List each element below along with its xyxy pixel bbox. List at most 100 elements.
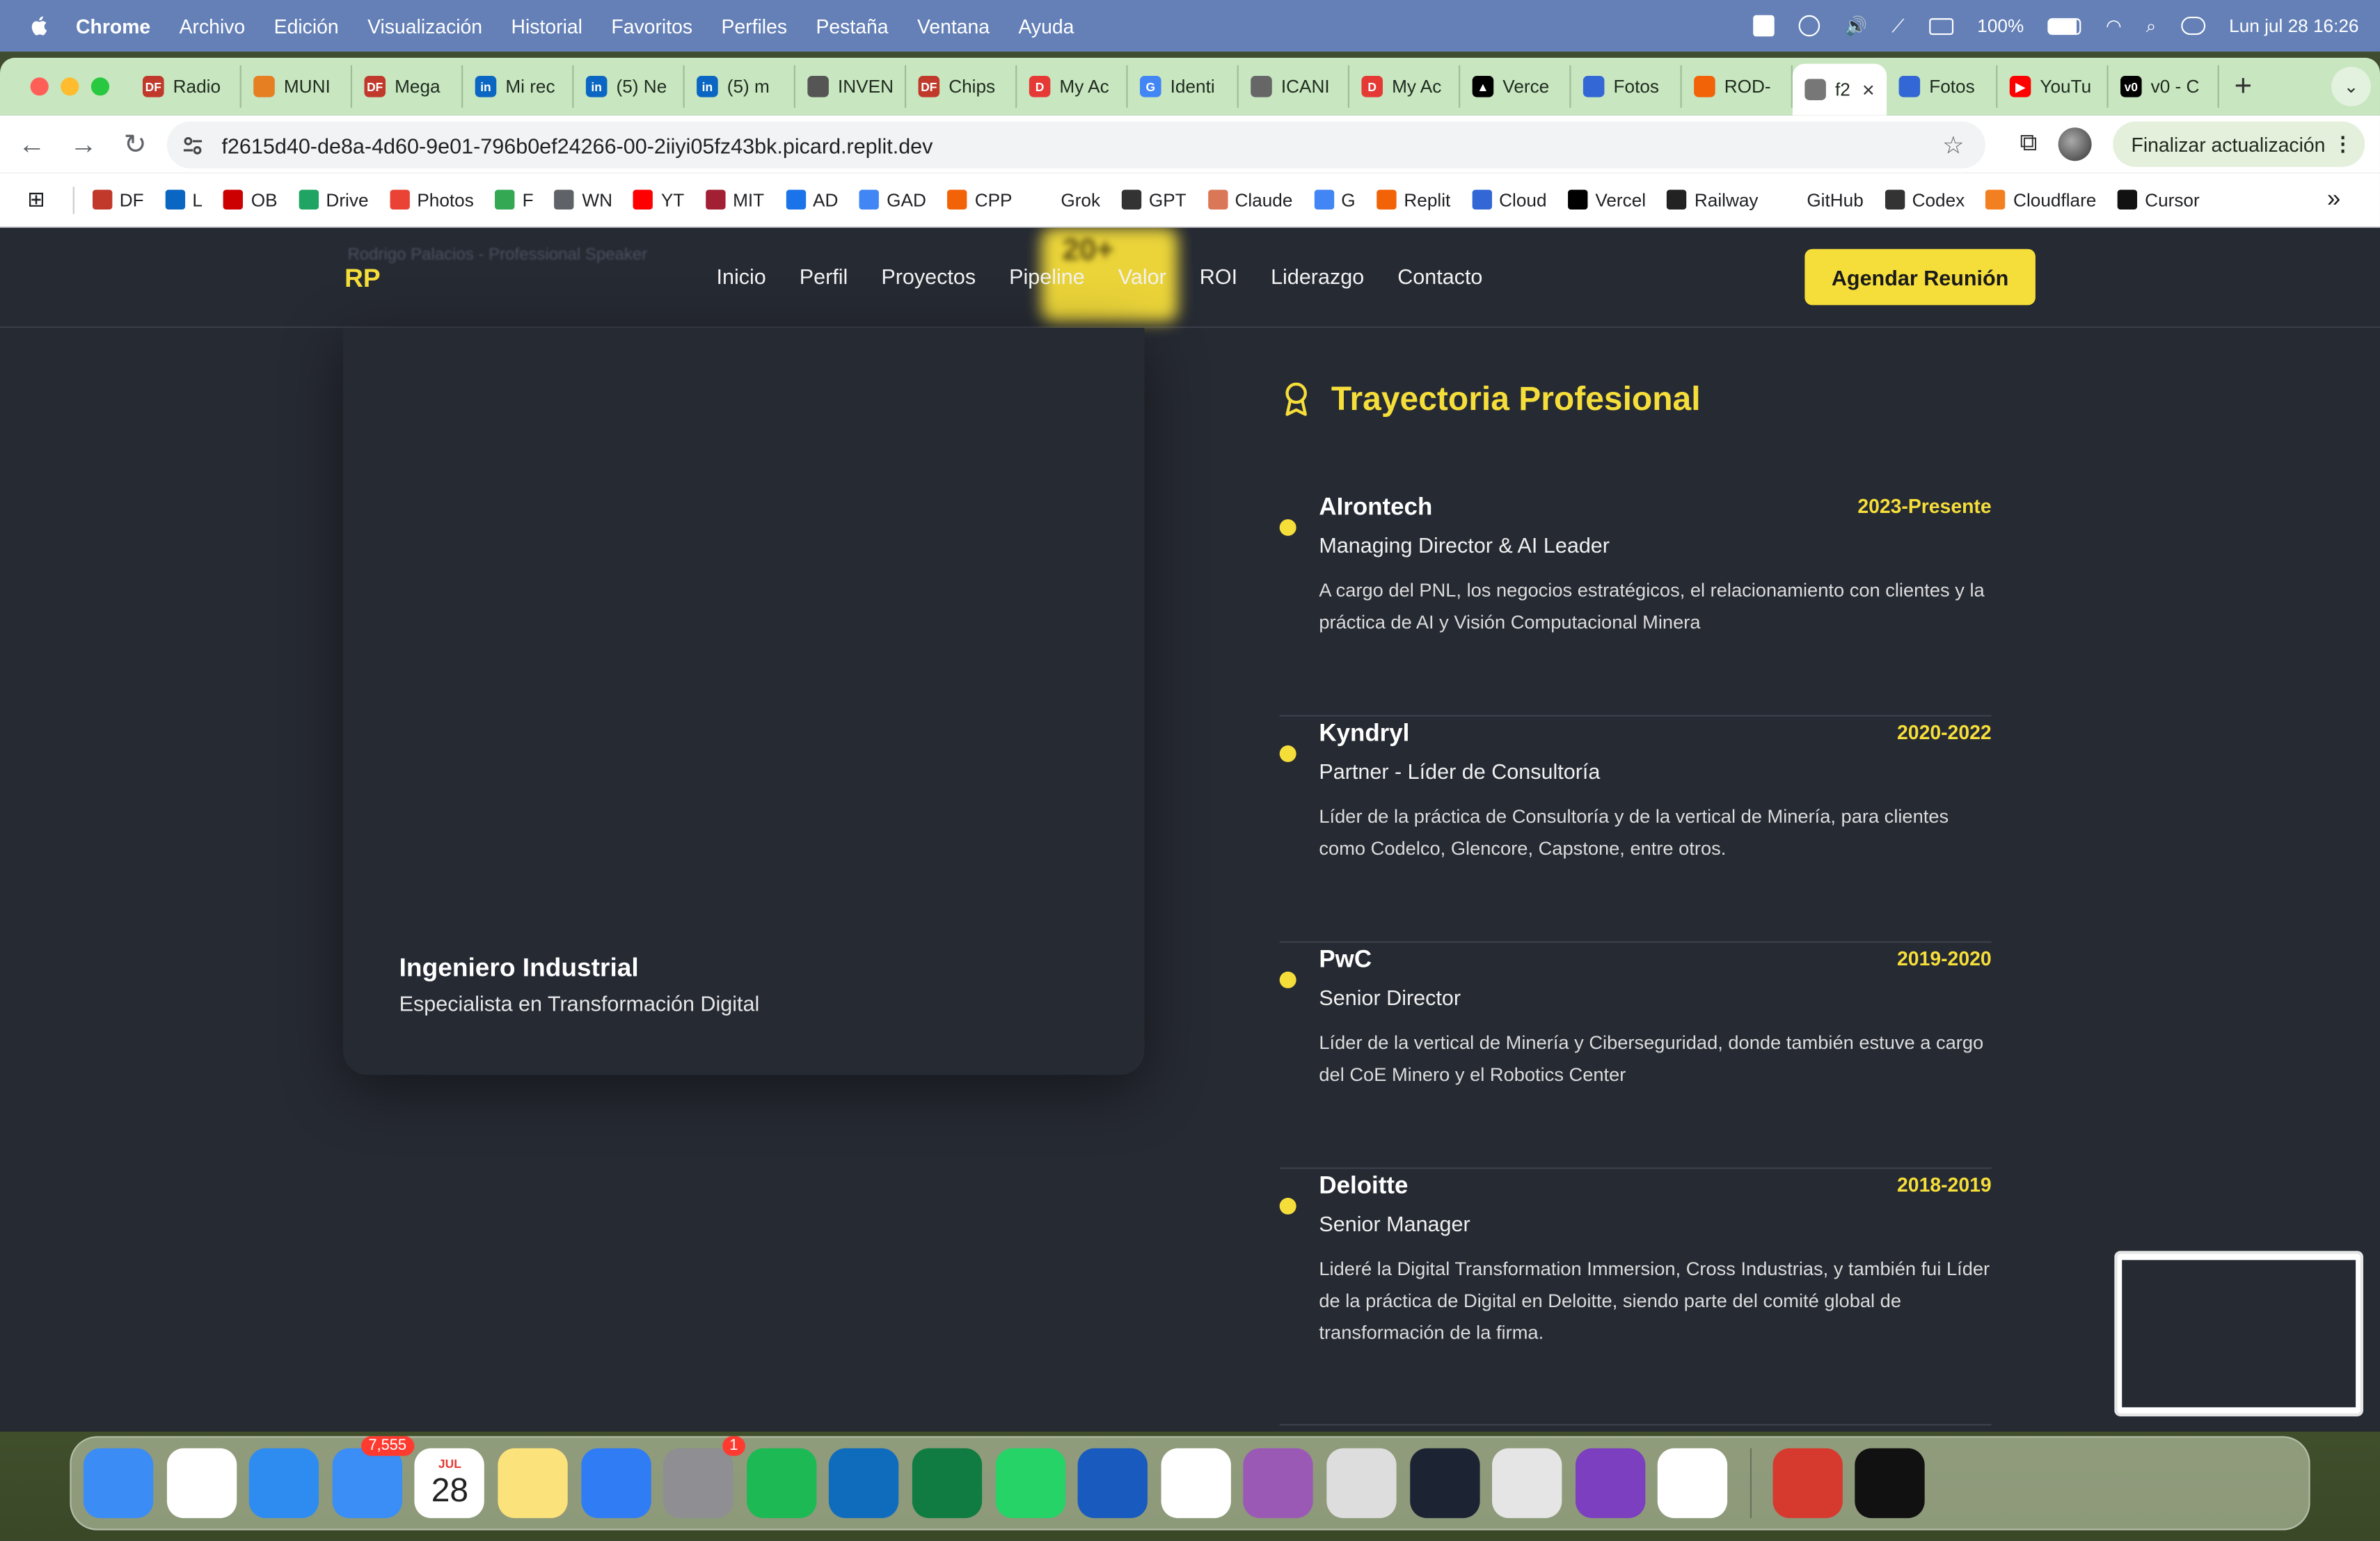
bookmark-item[interactable]: Cloudflare — [1985, 189, 2096, 210]
dock-safari-icon[interactable] — [249, 1448, 319, 1519]
browser-tab[interactable]: v0 v0 - C — [2109, 65, 2219, 108]
menu-perfiles[interactable]: Perfiles — [721, 15, 787, 38]
browser-tab[interactable]: D My Ac — [1017, 65, 1128, 108]
nav-link-roi[interactable]: ROI — [1200, 264, 1237, 289]
bookmark-item[interactable]: WN — [555, 189, 612, 210]
mute-slash-icon[interactable]: ⟋ — [1891, 15, 1904, 38]
forward-arrow-icon[interactable]: → — [58, 128, 109, 160]
bookmark-item[interactable]: Cursor — [2117, 189, 2200, 210]
dock-simulator-icon[interactable] — [1326, 1448, 1397, 1519]
tab-active[interactable]: f2 × — [1792, 63, 1887, 116]
nav-link-inicio[interactable]: Inicio — [716, 264, 765, 289]
play-icon[interactable] — [1799, 15, 1820, 37]
browser-tab[interactable]: in Mi rec — [463, 65, 574, 108]
nav-link-contacto[interactable]: Contacto — [1397, 264, 1482, 289]
text-input-icon[interactable] — [1753, 15, 1775, 37]
menu-ayuda[interactable]: Ayuda — [1018, 15, 1074, 38]
control-center-icon[interactable] — [2180, 16, 2205, 35]
menu-edicion[interactable]: Edición — [274, 15, 339, 38]
reload-icon[interactable]: ↻ — [109, 128, 161, 160]
screenshot-thumbnail[interactable] — [2114, 1251, 2364, 1416]
extensions-puzzle-icon[interactable]: ⧉ — [2020, 131, 2037, 158]
menu-historial[interactable]: Historial — [511, 15, 582, 38]
close-tab-icon[interactable]: × — [1862, 77, 1875, 102]
browser-tab[interactable]: in (5) Ne — [573, 65, 685, 108]
site-settings-icon[interactable] — [170, 123, 215, 168]
more-menu-icon[interactable]: ⋮ — [2333, 132, 2352, 157]
display-icon[interactable] — [1928, 17, 1953, 35]
bookmark-item[interactable]: DF — [92, 189, 144, 210]
dock-replit-icon[interactable] — [1409, 1448, 1479, 1519]
menu-chrome[interactable]: Chrome — [76, 15, 150, 38]
spotlight-search-icon[interactable]: ⌕ — [2146, 15, 2157, 38]
browser-tab[interactable]: INVEN — [795, 65, 907, 108]
site-logo[interactable]: RP — [344, 264, 381, 295]
browser-tab[interactable]: ROD- — [1682, 65, 1793, 108]
browser-tab[interactable]: ICANI — [1239, 65, 1350, 108]
dock-outlook-icon[interactable] — [829, 1448, 899, 1519]
dock-cube-app-icon[interactable] — [1855, 1448, 1926, 1519]
bookmark-item[interactable]: Drive — [299, 189, 369, 210]
browser-tab[interactable]: ▶ YouTu — [1997, 65, 2109, 108]
more-bookmarks-icon[interactable]: » — [2327, 186, 2340, 213]
dock-parallels-icon[interactable] — [1492, 1448, 1562, 1519]
clock[interactable]: Lun jul 28 16:26 — [2229, 15, 2358, 37]
dock-photo-booth-icon[interactable] — [1772, 1448, 1843, 1519]
wifi-icon[interactable]: ◠ — [2106, 15, 2122, 37]
new-tab-button[interactable]: + — [2235, 69, 2252, 104]
dock-word-icon[interactable] — [1077, 1448, 1148, 1519]
apple-icon[interactable] — [27, 14, 51, 38]
bookmark-item[interactable]: OB — [223, 189, 278, 210]
battery-icon[interactable] — [2048, 17, 2082, 35]
menu-pestana[interactable]: Pestaña — [816, 15, 888, 38]
back-arrow-icon[interactable]: ← — [6, 128, 58, 160]
bookmark-item[interactable]: MIT — [705, 189, 764, 210]
bookmark-item[interactable]: G — [1313, 189, 1356, 210]
bookmark-star-icon[interactable]: ☆ — [1942, 129, 1964, 160]
menu-visualizacion[interactable]: Visualización — [367, 15, 482, 38]
bookmark-item[interactable]: Railway — [1667, 189, 1759, 210]
bookmark-item[interactable]: GPT — [1121, 189, 1187, 210]
nav-link-valor[interactable]: Valor — [1118, 264, 1166, 289]
schedule-meeting-button[interactable]: Agendar Reunión — [1804, 248, 2036, 306]
volume-icon[interactable]: 🔊 — [1845, 15, 1868, 37]
minimize-window-button[interactable] — [61, 77, 79, 96]
dock-chrome-icon[interactable] — [166, 1448, 237, 1519]
dock-calendar-icon[interactable]: JUL 28 — [415, 1448, 485, 1519]
dock-spotify-icon[interactable] — [746, 1448, 816, 1519]
browser-tab[interactable]: ▲ Verce — [1460, 65, 1571, 108]
bookmark-item[interactable]: Cloud — [1471, 189, 1547, 210]
nav-link-perfil[interactable]: Perfil — [800, 264, 848, 289]
browser-tab[interactable]: in (5) m — [685, 65, 795, 108]
bookmark-item[interactable]: Vercel — [1568, 189, 1646, 210]
dock-vscode-icon[interactable] — [1658, 1448, 1728, 1519]
dock-mail-icon[interactable]: 7,555 — [332, 1436, 414, 1519]
browser-tab[interactable]: Fotos — [1571, 65, 1682, 108]
bookmark-item[interactable]: AD — [785, 189, 838, 210]
address-bar[interactable]: f2615d40-de8a-4d60-9e01-796b0ef24266-00-… — [166, 121, 1985, 169]
dock-screen-recorder-icon[interactable] — [1244, 1448, 1314, 1519]
dock-finder-icon[interactable] — [83, 1448, 154, 1519]
bookmark-item[interactable]: Replit — [1377, 189, 1450, 210]
bookmark-item[interactable]: CPP — [947, 189, 1013, 210]
bookmark-item[interactable]: GAD — [859, 189, 926, 210]
menu-archivo[interactable]: Archivo — [180, 15, 246, 38]
close-window-button[interactable] — [30, 77, 49, 96]
dock-system-settings-icon[interactable]: 1 — [663, 1436, 746, 1519]
bookmark-item[interactable]: YT — [633, 189, 684, 210]
nav-link-liderazgo[interactable]: Liderazgo — [1271, 264, 1364, 289]
bookmark-item[interactable]: Codex — [1885, 189, 1965, 210]
bookmark-item[interactable]: F — [495, 189, 534, 210]
update-button[interactable]: Finalizar actualización ⋮ — [2113, 121, 2365, 167]
bookmark-item[interactable]: Photos — [390, 189, 474, 210]
nav-link-pipeline[interactable]: Pipeline — [1009, 264, 1085, 289]
dock-github-desktop-icon[interactable] — [1575, 1448, 1645, 1519]
tab-search-chevron-icon[interactable]: ⌄ — [2331, 66, 2371, 106]
menu-favoritos[interactable]: Favoritos — [611, 15, 692, 38]
profile-avatar[interactable] — [2058, 127, 2092, 161]
zoom-window-button[interactable] — [90, 77, 110, 96]
menu-ventana[interactable]: Ventana — [917, 15, 990, 38]
bookmark-item[interactable]: Grok — [1033, 189, 1100, 210]
browser-tab[interactable]: DF Mega — [352, 65, 463, 108]
browser-tab[interactable]: G Identi — [1128, 65, 1239, 108]
